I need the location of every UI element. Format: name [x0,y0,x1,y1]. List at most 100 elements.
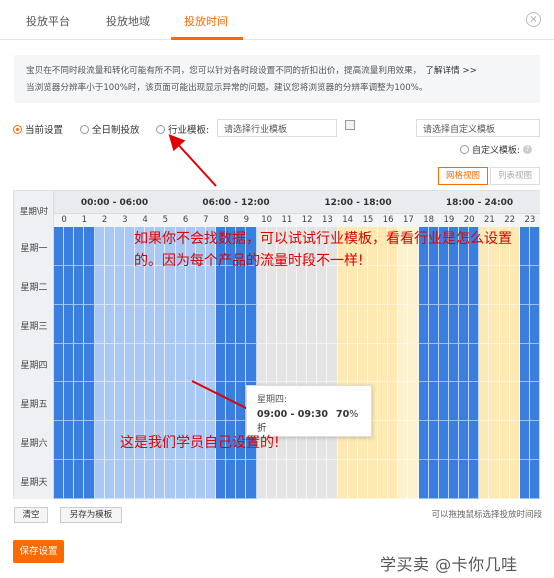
schedule-cell[interactable] [94,227,105,266]
schedule-cell[interactable] [469,343,480,383]
schedule-cell[interactable] [378,343,389,383]
schedule-cell[interactable] [509,304,520,344]
schedule-cell[interactable] [54,460,65,499]
schedule-cell[interactable] [529,343,540,383]
schedule-cell[interactable] [94,382,105,422]
schedule-cell[interactable] [114,227,125,266]
schedule-cell[interactable] [94,304,105,344]
industry-template-select[interactable]: 请选择行业模板 [217,119,337,137]
schedule-cell[interactable] [307,343,318,383]
schedule-cell[interactable] [74,382,85,422]
schedule-cell[interactable] [64,227,75,266]
schedule-cell[interactable] [307,460,318,499]
schedule-cell[interactable] [84,421,95,461]
schedule-cell[interactable] [378,421,389,461]
schedule-cell[interactable] [438,382,449,422]
schedule-cell[interactable] [297,343,308,383]
schedule-cell[interactable] [104,265,115,305]
schedule-cell[interactable] [448,460,459,499]
schedule-cell[interactable] [135,382,146,422]
schedule-cell[interactable] [114,265,125,305]
schedule-cell[interactable] [185,304,196,344]
schedule-cell[interactable] [185,382,196,422]
schedule-cell[interactable] [519,382,530,422]
schedule-cell[interactable] [489,421,500,461]
schedule-cell[interactable] [74,343,85,383]
schedule-cell[interactable] [327,343,338,383]
schedule-cell[interactable] [195,304,206,344]
schedule-cell[interactable] [519,304,530,344]
schedule-cell[interactable] [256,304,267,344]
schedule-cell[interactable] [327,304,338,344]
schedule-cell[interactable] [104,421,115,461]
schedule-cell[interactable] [438,343,449,383]
schedule-cell[interactable] [408,460,419,499]
schedule-cell[interactable] [297,304,308,344]
schedule-cell[interactable] [357,343,368,383]
schedule-cell[interactable] [175,460,186,499]
schedule-cell[interactable] [216,343,227,383]
schedule-cell[interactable] [216,304,227,344]
schedule-cell[interactable] [459,460,470,499]
schedule-cell[interactable] [64,421,75,461]
schedule-cell[interactable] [459,382,470,422]
schedule-cell[interactable] [489,343,500,383]
schedule-cell[interactable] [64,382,75,422]
calendar-icon[interactable] [345,120,355,130]
schedule-cell[interactable] [64,304,75,344]
schedule-cell[interactable] [286,343,297,383]
schedule-cell[interactable] [428,382,439,422]
schedule-cell[interactable] [54,343,65,383]
schedule-cell[interactable] [529,382,540,422]
schedule-cell[interactable] [367,460,378,499]
schedule-cell[interactable] [479,421,490,461]
schedule-cell[interactable] [529,304,540,344]
schedule-cell[interactable] [469,304,480,344]
schedule-cell[interactable] [94,460,105,499]
tab-region[interactable]: 投放地域 [106,13,150,29]
schedule-cell[interactable] [297,460,308,499]
schedule-cell[interactable] [276,304,287,344]
schedule-cell[interactable] [84,304,95,344]
schedule-cell[interactable] [114,343,125,383]
schedule-cell[interactable] [74,227,85,266]
schedule-cell[interactable] [509,343,520,383]
schedule-cell[interactable] [64,265,75,305]
schedule-cell[interactable] [378,304,389,344]
schedule-cell[interactable] [529,265,540,305]
schedule-cell[interactable] [388,343,399,383]
schedule-cell[interactable] [226,382,237,422]
schedule-cell[interactable] [448,421,459,461]
schedule-cell[interactable] [438,421,449,461]
schedule-cell[interactable] [54,421,65,461]
schedule-cell[interactable] [226,343,237,383]
schedule-cell[interactable] [469,421,480,461]
schedule-cell[interactable] [135,460,146,499]
radio-industry-template[interactable]: 行业模板: [156,121,209,137]
schedule-cell[interactable] [236,304,247,344]
schedule-cell[interactable] [266,304,277,344]
schedule-cell[interactable] [337,343,348,383]
schedule-cell[interactable] [94,421,105,461]
schedule-cell[interactable] [74,421,85,461]
schedule-cell[interactable] [388,382,399,422]
schedule-cell[interactable] [378,460,389,499]
schedule-cell[interactable] [286,460,297,499]
radio-current-setting[interactable]: 当前设置 [13,121,63,137]
schedule-cell[interactable] [519,460,530,499]
schedule-cell[interactable] [276,460,287,499]
schedule-cell[interactable] [205,460,216,499]
schedule-cell[interactable] [388,421,399,461]
schedule-cell[interactable] [448,382,459,422]
save-settings-button[interactable]: 保存设置 [13,540,64,563]
schedule-cell[interactable] [124,382,135,422]
schedule-cell[interactable] [378,382,389,422]
schedule-cell[interactable] [459,304,470,344]
help-icon[interactable]: ? [523,145,533,154]
schedule-cell[interactable] [428,343,439,383]
schedule-cell[interactable] [165,460,176,499]
schedule-cell[interactable] [499,421,510,461]
schedule-cell[interactable] [74,460,85,499]
schedule-cell[interactable] [246,343,257,383]
schedule-cell[interactable] [246,460,257,499]
